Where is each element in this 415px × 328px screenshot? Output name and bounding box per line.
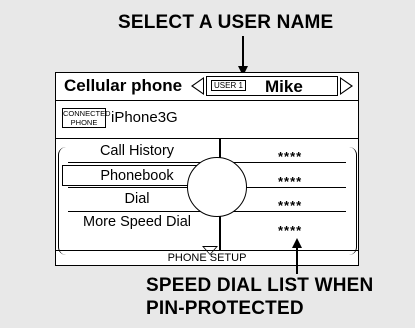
user-selector[interactable]: USER 1 Mike <box>206 76 338 96</box>
callout-select-user: SELECT A USER NAME <box>118 12 334 33</box>
callout-speed-dial: SPEED DIAL LIST WHEN PIN-PROTECTED <box>146 274 373 320</box>
speed-dial-entry-masked[interactable]: **** <box>278 198 302 213</box>
connected-badge-line2: PHONE <box>70 117 98 127</box>
menu-bracket-right <box>346 147 357 255</box>
row-divider <box>68 162 218 163</box>
user-name: Mike <box>265 77 303 96</box>
phone-name: iPhone3G <box>111 109 178 126</box>
title-row: Cellular phone USER 1 Mike <box>56 73 358 101</box>
phone-menu: Call History Phonebook Dial More Speed D… <box>56 139 358 255</box>
menu-item-more-speed-dial[interactable]: More Speed Dial <box>62 212 212 233</box>
previous-user-arrow-icon[interactable] <box>191 77 204 95</box>
phone-screen: Cellular phone USER 1 Mike CONNECTED PHO… <box>55 72 359 266</box>
connected-phone-row: CONNECTED PHONE iPhone3G <box>56 101 358 139</box>
connected-phone-badge: CONNECTED PHONE <box>62 108 111 128</box>
speed-dial-entry-masked[interactable]: **** <box>278 174 302 189</box>
menu-item-call-history[interactable]: Call History <box>62 141 212 162</box>
screen-title: Cellular phone <box>64 76 183 95</box>
speed-dial-entry-masked[interactable]: **** <box>278 149 302 164</box>
phone-setup-footer[interactable]: PHONE SETUP <box>56 250 358 266</box>
speed-dial-entry-masked[interactable]: **** <box>278 223 302 238</box>
callout-speed-dial-line2: PIN-PROTECTED <box>146 298 304 319</box>
callout-pointer-top <box>242 36 244 70</box>
selector-knob-icon <box>187 157 247 217</box>
callout-speed-dial-line1: SPEED DIAL LIST WHEN <box>146 275 374 296</box>
callout-pointer-bottom <box>296 246 298 274</box>
next-user-arrow-icon[interactable] <box>340 77 353 95</box>
user-badge: USER 1 <box>211 80 246 91</box>
